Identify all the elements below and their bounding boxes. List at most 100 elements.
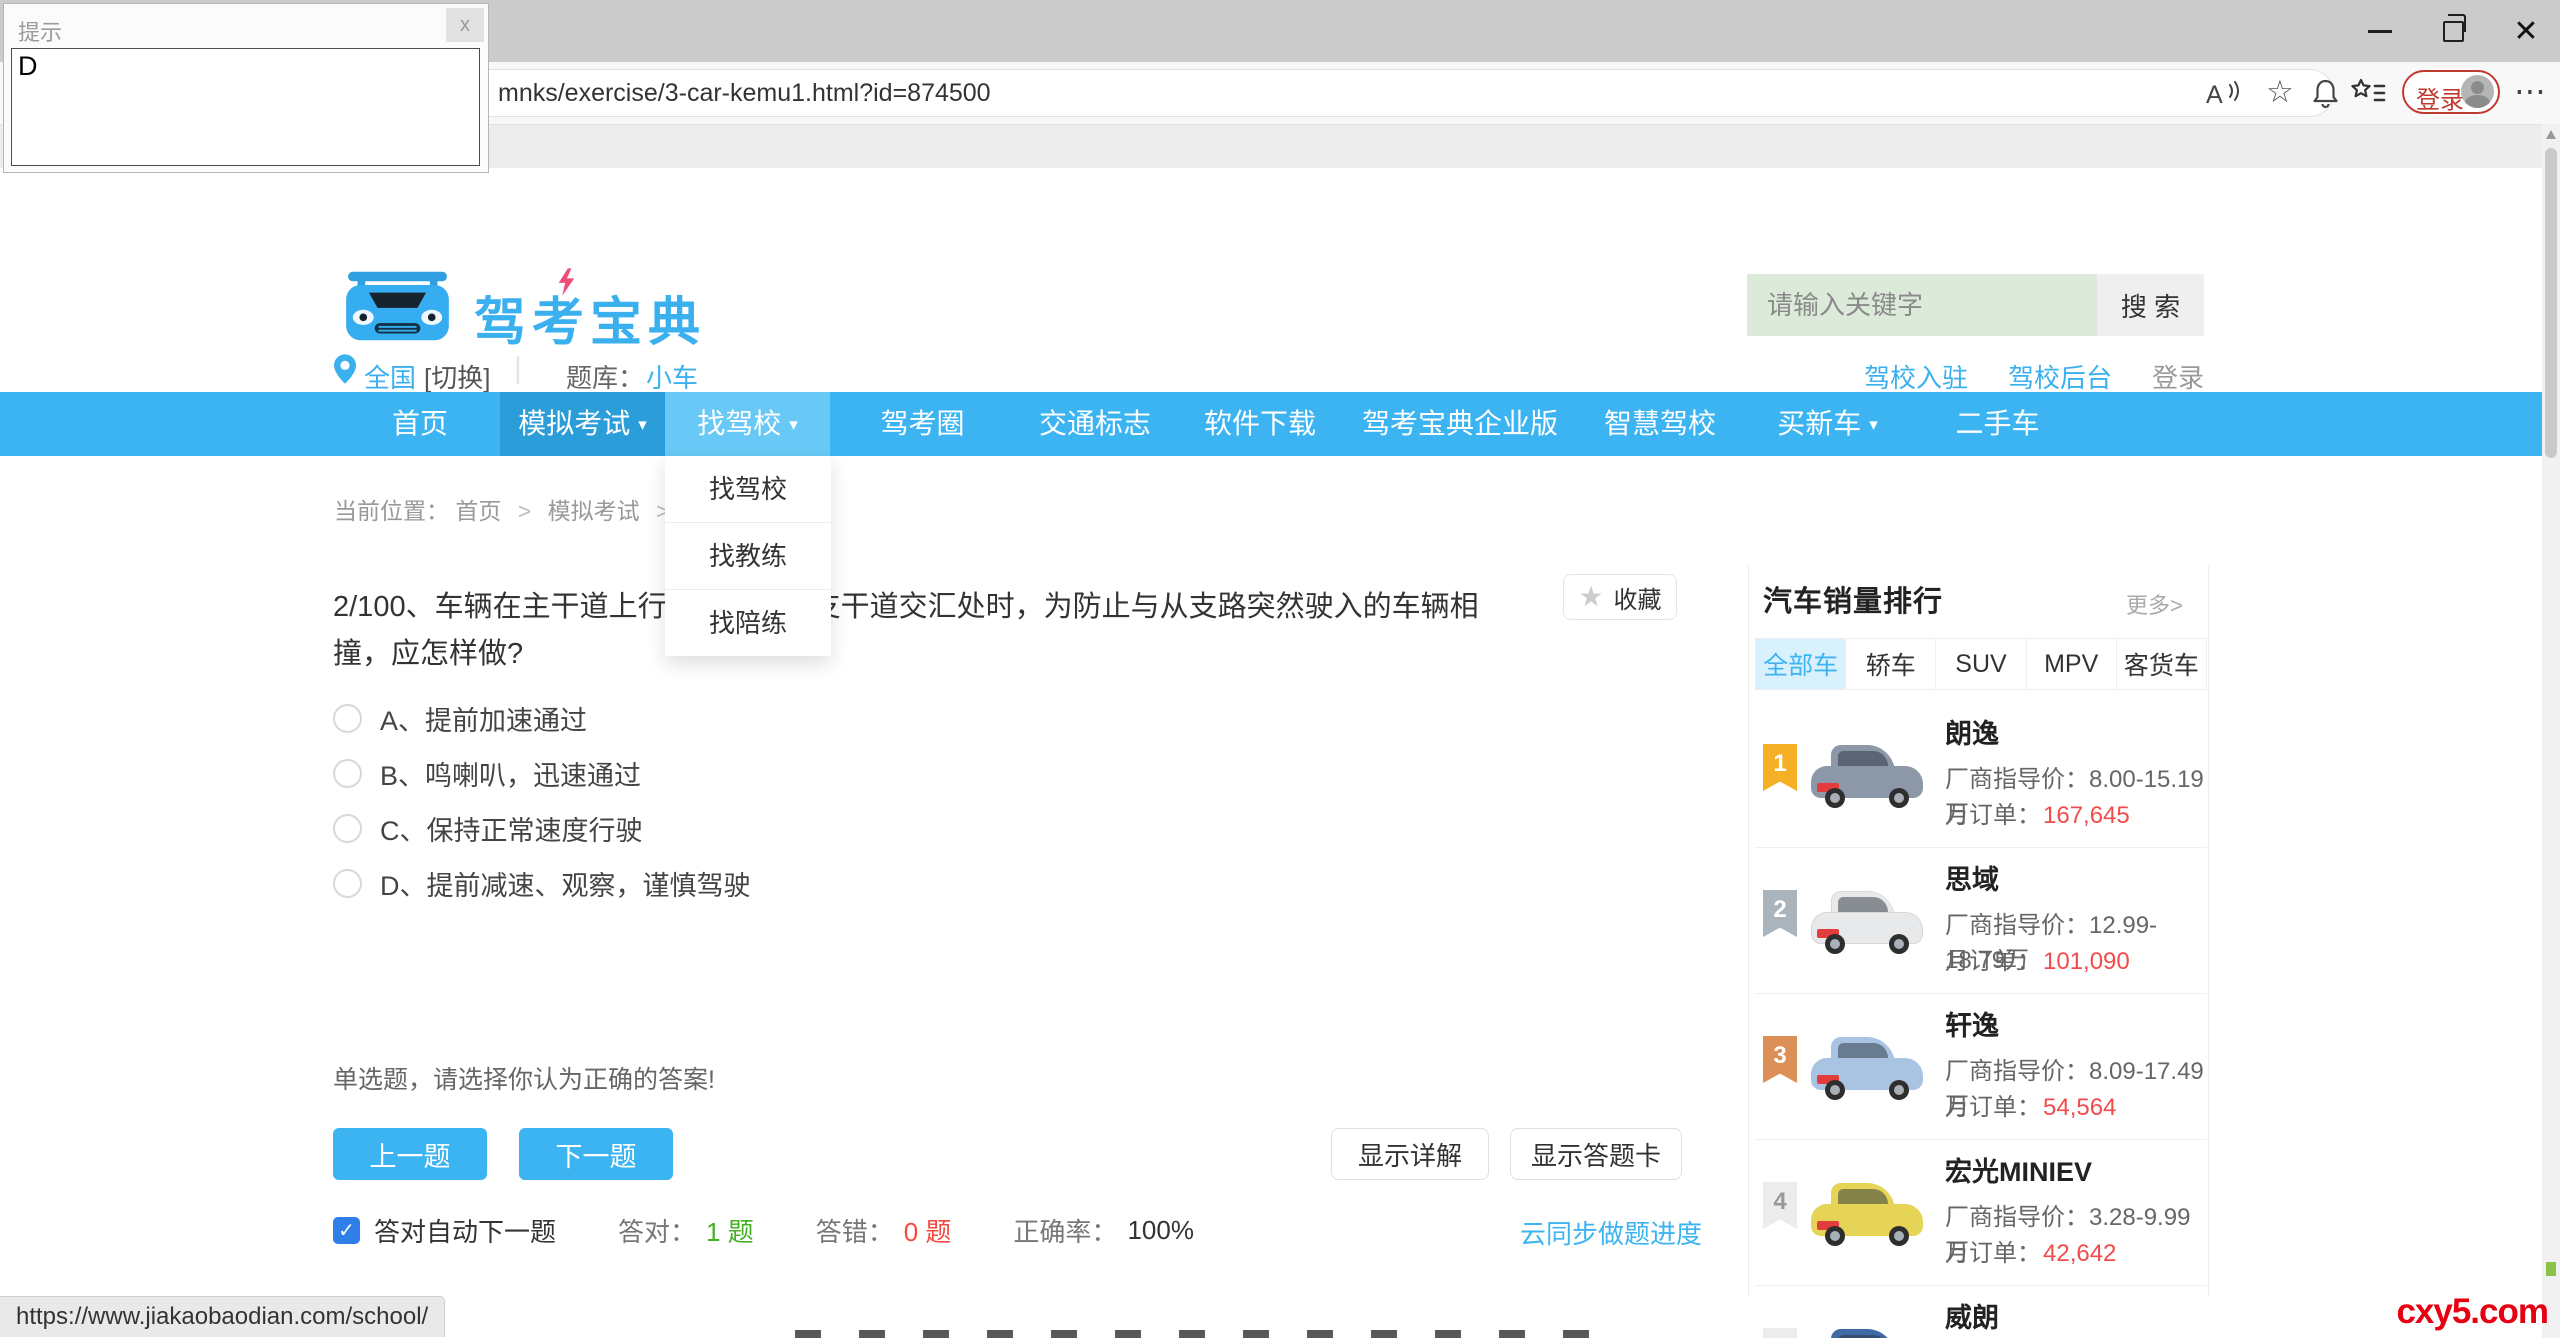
car-image [1811,742,1923,808]
school-admin-link[interactable]: 驾校后台 [2008,358,2112,395]
logo-car-icon[interactable] [340,266,455,349]
car-image [1811,1326,1923,1338]
clipped-next-question-fragments [795,1330,1615,1338]
nav-item-home[interactable]: 首页 [340,392,500,456]
correct-value: 1 题 [706,1212,754,1249]
cloud-sync-link[interactable]: 云同步做题进度 [1520,1214,1702,1251]
sidebar-right-border [2208,566,2209,1296]
car-name[interactable]: 朗逸 [1945,712,1999,751]
radio-icon[interactable] [333,869,362,898]
car-name[interactable]: 威朗 [1945,1296,1999,1335]
search-input[interactable] [1747,274,2097,336]
car-orders: 月订单：101,090 [1945,941,2130,976]
favorite-button[interactable]: 收藏 [1563,574,1677,620]
nav-item-enterprise[interactable]: 驾考宝典企业版 [1345,392,1575,456]
find-school-dropdown: 找驾校 找教练 找陪练 [665,456,831,656]
chevron-down-icon [638,393,647,457]
car-name[interactable]: 思域 [1945,858,1999,897]
car-ranking-list: 1 朗逸 厂商指导价：8.00-15.19万 月订单：167,645 2 思域 … [1755,702,2207,1338]
popup-title: 提示 [18,15,62,47]
search-button[interactable]: 搜 索 [2097,274,2204,336]
tab-van[interactable]: 客货车 [2116,639,2206,689]
dropdown-item-find-trainer[interactable]: 找陪练 [665,589,831,656]
sidebar-title: 汽车销量排行 [1763,578,1943,620]
next-question-button[interactable]: 下一题 [519,1128,673,1180]
prev-question-button[interactable]: 上一题 [333,1128,487,1180]
logo-text[interactable]: 驾考宝典 [474,280,706,355]
location-switch-link[interactable]: [切换] [424,358,490,395]
nav-item-used-car[interactable]: 二手车 [1910,392,2085,456]
url-text[interactable]: mnks/exercise/3-car-kemu1.html?id=874500 [498,79,991,108]
list-item[interactable]: 1 朗逸 厂商指导价：8.00-15.19万 月订单：167,645 [1755,702,2207,847]
popup-close-button[interactable]: x [446,8,484,42]
list-item[interactable]: 3 轩逸 厂商指导价：8.09-17.49万 月订单：54,564 [1755,993,2207,1139]
add-favorite-star-icon[interactable] [2266,74,2294,110]
tab-all-cars[interactable]: 全部车 [1756,639,1845,689]
window-minimize-button[interactable] [2344,0,2416,62]
nav-item-download[interactable]: 软件下载 [1175,392,1345,456]
avatar [2461,75,2494,108]
notifications-bell-icon[interactable] [2312,78,2339,114]
car-name[interactable]: 宏光MINIEV [1945,1150,2092,1189]
option-b[interactable]: B、鸣喇叭，迅速通过 [333,759,751,787]
restore-icon [2443,21,2464,42]
browser-signin-button[interactable]: 登录 [2402,70,2500,114]
login-link[interactable]: 登录 [2152,358,2204,395]
chevron-down-icon [789,393,798,457]
car-name[interactable]: 轩逸 [1945,1004,1999,1043]
chevron-down-icon [1869,393,1878,457]
link-status-tooltip: https://www.jiakaobaodian.com/school/ [0,1296,445,1337]
radio-icon[interactable] [333,704,362,733]
show-answer-card-button[interactable]: 显示答题卡 [1510,1128,1682,1180]
location-value[interactable]: 全国 [364,358,416,395]
window-restore-button[interactable] [2417,0,2489,62]
rank-badge: 3 [1763,1036,1797,1083]
dropdown-item-find-school[interactable]: 找驾校 [665,456,831,522]
list-item[interactable]: 2 思域 厂商指导价：12.99-18.79万 月订单：101,090 [1755,847,2207,993]
favorite-label: 收藏 [1614,580,1662,615]
scrollbar-up-arrow-icon[interactable] [2546,130,2556,139]
option-a[interactable]: A、提前加速通过 [333,704,751,732]
list-item[interactable]: 4 宏光MINIEV 厂商指导价：3.28-9.99万 月订单：42,642 [1755,1139,2207,1285]
wrong-label: 答错： [816,1212,894,1249]
nav-item-mock-exam[interactable]: 模拟考试 [500,392,665,456]
list-item[interactable]: 5 威朗 [1755,1285,2207,1338]
option-d[interactable]: D、提前减速、观察，谨慎驾驶 [333,869,751,897]
school-join-link[interactable]: 驾校入驻 [1864,358,1968,395]
tab-mpv[interactable]: MPV [2026,639,2116,689]
rank-badge: 2 [1763,890,1797,937]
read-aloud-icon[interactable]: A [2206,78,2240,115]
show-explanation-button[interactable]: 显示详解 [1331,1128,1489,1180]
auto-next-checkbox[interactable] [333,1217,360,1244]
tab-suv[interactable]: SUV [1935,639,2025,689]
collections-icon[interactable] [2350,77,2386,112]
nav-item-circle[interactable]: 驾考圈 [830,392,1015,456]
address-bar[interactable]: mnks/exercise/3-car-kemu1.html?id=874500… [285,69,2334,117]
popup-content: D [11,48,480,166]
sidebar-more-link[interactable]: 更多> [2126,588,2183,620]
nav-item-smart-school[interactable]: 智慧驾校 [1575,392,1745,456]
question-bank-value[interactable]: 小车 [646,358,698,395]
main-nav-inner: 首页 模拟考试 找驾校 驾考圈 交通标志 软件下载 驾考宝典企业版 智慧驾校 买… [340,392,2220,456]
dropdown-item-find-coach[interactable]: 找教练 [665,522,831,589]
nav-item-find-school[interactable]: 找驾校 [665,392,830,456]
breadcrumb-mock-exam[interactable]: 模拟考试 [548,498,640,524]
radio-icon[interactable] [333,814,362,843]
auto-next-label[interactable]: 答对自动下一题 [374,1212,556,1249]
nav-item-buy-car[interactable]: 买新车 [1745,392,1910,456]
breadcrumb-prefix: 当前位置： [334,498,449,524]
car-image [1811,1034,1923,1100]
stats-row: 答对自动下一题 答对： 1 题 答错： 0 题 正确率： 100% [333,1212,1194,1249]
browser-menu-icon[interactable] [2514,72,2546,110]
tab-sedan[interactable]: 轿车 [1845,639,1935,689]
car-orders: 月订单：54,564 [1945,1087,2116,1122]
topbar-links: 驾校入驻 驾校后台 登录 [1864,358,2204,395]
rank-badge: 5 [1763,1328,1797,1338]
breadcrumb-home[interactable]: 首页 [455,498,501,524]
scrollbar-thumb[interactable] [2545,148,2557,458]
option-c[interactable]: C、保持正常速度行驶 [333,814,751,842]
rank-badge: 4 [1763,1182,1797,1229]
radio-icon[interactable] [333,759,362,788]
window-close-button[interactable] [2490,0,2560,62]
nav-item-traffic-signs[interactable]: 交通标志 [1015,392,1175,456]
